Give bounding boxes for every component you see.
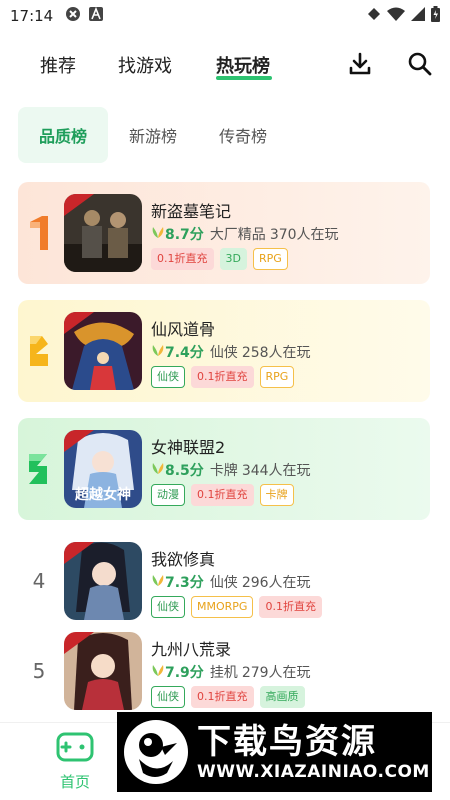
rating-laurel-icon [151, 225, 165, 243]
tag: 动漫 [151, 484, 185, 506]
game-title[interactable]: 九州八荒录 [151, 636, 231, 660]
list-item[interactable]: 新盗墓笔记 8.7分 大厂精品 370人在玩 0.1折直充 3D RPG [18, 182, 430, 284]
subtab-new-games[interactable]: 新游榜 [108, 107, 198, 163]
rank-number: 4 [32, 569, 46, 593]
game-title[interactable]: 我欲修真 [151, 546, 215, 570]
game-category: 仙侠 [209, 345, 238, 361]
tab-hot-ranking[interactable]: 热玩榜 [216, 52, 270, 78]
game-category: 大厂精品 [209, 227, 266, 243]
status-bar: 17:14 [0, 0, 450, 32]
game-thumbnail[interactable] [64, 312, 142, 390]
game-meta: 8.5分 卡牌 344人在玩 [151, 460, 311, 480]
game-meta: 8.7分 大厂精品 370人在玩 [151, 224, 339, 244]
game-meta: 7.3分 仙侠 296人在玩 [151, 572, 311, 592]
game-score: 8.5分 [165, 463, 204, 479]
game-players: 258人在玩 [241, 345, 311, 361]
signal-diamond-icon [367, 7, 381, 25]
list-item[interactable]: 4 我欲修真 7.3分 仙侠 296人在玩 仙侠 MMORPG 0.1折直充 [18, 530, 430, 632]
subtab-quality[interactable]: 品质榜 [18, 107, 108, 163]
tag: RPG [259, 366, 295, 388]
game-score: 8.7分 [165, 227, 204, 243]
tag: 0.1折直充 [191, 484, 254, 506]
wifi-icon [387, 7, 405, 25]
tag: 高画质 [259, 686, 305, 708]
tag: 卡牌 [259, 484, 294, 506]
game-thumbnail[interactable] [64, 542, 142, 620]
game-players: 344人在玩 [241, 463, 311, 479]
list-item[interactable]: 超越女神 女神联盟2 8.5分 卡牌 344人在玩 动漫 0.1折直充 卡牌 [18, 418, 430, 520]
active-tab-indicator [216, 76, 272, 80]
top-nav: 推荐 找游戏 热玩榜 [0, 46, 450, 86]
tab-home-label: 首页 [59, 773, 90, 791]
rating-laurel-icon [151, 461, 165, 479]
cellular-icon [411, 7, 425, 25]
rank-number: 5 [32, 659, 46, 683]
tag: 0.1折直充 [259, 596, 322, 618]
download-icon[interactable] [346, 50, 374, 78]
tag: RPG [252, 248, 288, 270]
game-score: 7.4分 [165, 345, 204, 361]
tag: 仙侠 [151, 366, 185, 388]
game-category: 仙侠 [209, 575, 238, 591]
subtab-legend[interactable]: 传奇榜 [198, 107, 288, 163]
game-thumbnail[interactable] [64, 194, 142, 272]
list-item[interactable]: 5 九州八荒录 7.9分 挂机 279人在玩 仙侠 0.1折直充 高画质 [18, 620, 430, 722]
game-title[interactable]: 仙风道骨 [151, 316, 215, 340]
watermark-banner: 下载鸟资源 WWW.XIAZAINIAO.COM [117, 712, 432, 792]
rank-3-icon [18, 418, 60, 520]
game-category: 挂机 [209, 665, 238, 681]
rating-laurel-icon [151, 343, 165, 361]
search-icon[interactable] [406, 50, 434, 78]
watermark-url: WWW.XIAZAINIAO.COM [197, 762, 430, 782]
tag: 3D [219, 248, 247, 270]
bird-logo-icon [121, 717, 191, 787]
tag: 仙侠 [151, 596, 185, 618]
rank-2-icon [18, 300, 60, 402]
tag: 0.1折直充 [151, 248, 214, 270]
game-score: 7.9分 [165, 665, 204, 681]
tab-recommend[interactable]: 推荐 [40, 52, 76, 78]
sub-tabs: 品质榜 新游榜 传奇榜 [18, 107, 288, 163]
game-thumbnail[interactable]: 超越女神 [64, 430, 142, 508]
tag-list: 仙侠 0.1折直充 高画质 [151, 686, 305, 708]
rank-1-icon [18, 182, 60, 284]
tab-home[interactable]: 首页 [44, 731, 106, 793]
tag-list: 仙侠 MMORPG 0.1折直充 [151, 596, 322, 618]
game-thumbnail[interactable] [64, 632, 142, 710]
list-item[interactable]: 仙风道骨 7.4分 仙侠 258人在玩 仙侠 0.1折直充 RPG [18, 300, 430, 402]
game-players: 279人在玩 [241, 665, 311, 681]
game-category: 卡牌 [209, 463, 238, 479]
game-score: 7.3分 [165, 575, 204, 591]
tag: 仙侠 [151, 686, 185, 708]
game-title[interactable]: 女神联盟2 [151, 434, 225, 458]
game-meta: 7.4分 仙侠 258人在玩 [151, 342, 311, 362]
rating-laurel-icon [151, 663, 165, 681]
game-meta: 7.9分 挂机 279人在玩 [151, 662, 311, 682]
battery-icon [431, 6, 440, 26]
tag: MMORPG [191, 596, 254, 618]
app-a-icon [89, 6, 104, 25]
game-players: 370人在玩 [269, 227, 339, 243]
tag: 0.1折直充 [191, 686, 254, 708]
tab-find-games[interactable]: 找游戏 [118, 52, 172, 78]
watermark-title: 下载鸟资源 [197, 722, 377, 762]
game-title[interactable]: 新盗墓笔记 [151, 198, 231, 222]
notification-close-icon [65, 6, 81, 26]
tag-list: 动漫 0.1折直充 卡牌 [151, 484, 294, 506]
tag-list: 0.1折直充 3D RPG [151, 248, 288, 270]
status-time: 17:14 [10, 7, 54, 25]
rating-laurel-icon [151, 573, 165, 591]
game-art-text: 超越女神 [75, 487, 131, 503]
game-players: 296人在玩 [241, 575, 311, 591]
tag: 0.1折直充 [191, 366, 254, 388]
gamepad-icon [55, 731, 95, 769]
tag-list: 仙侠 0.1折直充 RPG [151, 366, 295, 388]
